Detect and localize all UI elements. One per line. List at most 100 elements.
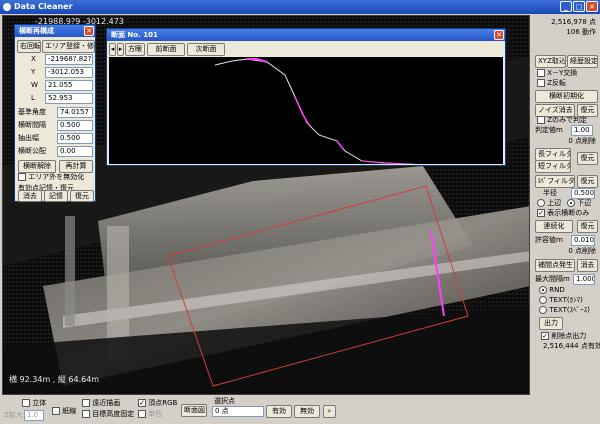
x-label: X xyxy=(31,55,36,63)
y-label: Y xyxy=(31,68,36,76)
delete-count-2: 0 点削除 xyxy=(568,247,596,255)
output-button[interactable]: 出力 xyxy=(539,317,563,330)
monochrome-label: 単色 xyxy=(148,410,163,418)
target-height-label: 目標高度固定 xyxy=(92,410,135,418)
scroll-right-button[interactable]: ▸ xyxy=(117,43,124,56)
monochrome-checkbox[interactable]: 単色 xyxy=(138,409,162,420)
upper-edge-label: 上辺 xyxy=(547,199,562,207)
close-button[interactable]: ✕ xyxy=(586,1,598,12)
close-icon[interactable]: ✕ xyxy=(494,30,504,40)
section-profile-dialog: 断面 No. 101 ✕ ◂ ▸ 方眼 前断面 次断面 xyxy=(106,28,506,166)
lasso-select-button[interactable]: ⌕ xyxy=(323,405,336,418)
checkbox-box: ✓ xyxy=(138,399,146,407)
section-view-button[interactable]: 断面図 xyxy=(181,404,207,417)
vertex-rgb-checkbox[interactable]: ✓ 頂点RGB xyxy=(138,398,177,409)
text-comma-label: TEXT(ｶﾝﾏ) xyxy=(549,296,583,304)
cross-interval-field[interactable]: 0.500 xyxy=(57,120,93,131)
close-icon[interactable]: ✕ xyxy=(84,26,94,36)
selected-count-field: 0 点 xyxy=(212,406,264,417)
target-height-checkbox[interactable]: 目標高度固定 xyxy=(82,409,134,420)
max-interval-label: 最大間隔m xyxy=(535,275,570,283)
window-title: Data Cleaner xyxy=(14,2,73,11)
x-field[interactable]: -21968?.82? xyxy=(45,54,93,65)
cross-init-button[interactable]: 横断初期化 xyxy=(535,90,598,103)
extract-width-field[interactable]: 0.500 xyxy=(57,133,93,144)
app-icon xyxy=(3,3,11,11)
checkbox-box: ✓ xyxy=(537,209,545,217)
xyz-import-button[interactable]: XYZ取込 xyxy=(535,55,566,68)
scroll-left-button[interactable]: ◂ xyxy=(109,43,116,56)
delete-output-label: 削除点出力 xyxy=(551,332,587,340)
3d-checkbox[interactable]: 立体 xyxy=(22,398,46,409)
l-field[interactable]: 52.953 xyxy=(45,93,93,104)
show-cross-only-checkbox[interactable]: ✓ 表示横断のみ xyxy=(537,208,589,219)
checkbox-box xyxy=(82,399,90,407)
i-filter-button[interactable]: Iﾊﾟフィルタ xyxy=(535,175,575,188)
checkbox-box xyxy=(537,69,545,77)
text-space-radio[interactable]: TEXT(ｽﾍﾟｰｽ) xyxy=(539,305,590,316)
cross-offset-field[interactable]: 0.00 xyxy=(57,146,93,157)
judge-value-label: 判定値m xyxy=(535,126,563,134)
previous-section-button[interactable]: 前断面 xyxy=(147,43,185,56)
right-tool-panel: 2,516,978 点 106 動作 XYZ取込 経歴設定 X－Y交換 Z反転 … xyxy=(531,15,600,395)
checkbox-box xyxy=(52,407,60,415)
rotate-right-button[interactable]: 右回転 xyxy=(17,40,41,53)
settings-button[interactable]: 経歴設定 xyxy=(567,55,598,68)
rnd-label: RND xyxy=(549,286,565,294)
clear-button[interactable]: 消去 xyxy=(18,190,42,202)
checkbox-box xyxy=(18,173,26,181)
checkbox-box xyxy=(138,410,146,418)
radio-dot xyxy=(539,306,547,314)
short-filter-button[interactable]: 短フィルタ xyxy=(535,160,571,173)
contour-checkbox[interactable]: 紙線 xyxy=(52,406,76,417)
far-draw-checkbox[interactable]: 遠近描画 xyxy=(82,398,120,409)
restore-button[interactable]: 復元 xyxy=(70,190,94,202)
z-flip-checkbox[interactable]: Z反転 xyxy=(537,78,566,89)
section-profile-plot[interactable] xyxy=(109,57,503,166)
section-dialog-title: 断面 No. 101 xyxy=(111,31,158,39)
area-register-button[interactable]: エリア登録・修正 xyxy=(42,40,95,53)
lasso-icon: ⌕ xyxy=(327,407,332,415)
outside-area-label: エリア外を無効化 xyxy=(28,173,85,181)
interpolate-erase-button[interactable]: 消去 xyxy=(577,259,598,272)
continuous-restore-button[interactable]: 復元 xyxy=(577,220,598,233)
z-flip-label: Z反転 xyxy=(547,79,567,87)
y-field[interactable]: -3012.053 xyxy=(45,67,93,78)
w-field[interactable]: 21.055 xyxy=(45,80,93,91)
delete-count-1: 0 点削除 xyxy=(568,137,596,145)
l-label: L xyxy=(31,94,35,102)
minimize-button[interactable]: _ xyxy=(560,1,572,12)
zoom-label: Z拡大 xyxy=(4,411,23,419)
cross-section-reconstruct-dialog: 横断再構成 ✕ 右回転 エリア登録・修正 X -21968?.82? Y -30… xyxy=(14,24,96,202)
vertex-rgb-label: 頂点RGB xyxy=(148,399,178,407)
continuous-button[interactable]: 連続化 xyxy=(535,220,573,233)
base-angle-label: 基準角度 xyxy=(18,108,46,116)
judge-value-field[interactable]: 1.00 xyxy=(571,125,593,136)
xy-swap-label: X－Y交換 xyxy=(547,69,578,77)
3d-label: 立体 xyxy=(32,399,47,407)
set-invalid-button[interactable]: 無効 xyxy=(294,405,320,418)
set-valid-button[interactable]: 有効 xyxy=(266,405,292,418)
checkbox-box: ✓ xyxy=(541,332,549,340)
z-only-label: Zのみで判定 xyxy=(547,116,588,124)
base-angle-field[interactable]: 74.0157 xyxy=(57,107,93,118)
zoom-field[interactable]: 1.0 xyxy=(24,410,44,421)
maximize-button[interactable]: □ xyxy=(573,1,585,12)
bottom-toolbar: 立体 Z拡大 1.0 紙線 遠近描画 目標高度固定 ✓ 頂点RGB 単色 断面図… xyxy=(0,396,600,424)
outside-area-invalidate-checkbox[interactable]: エリア外を無効化 xyxy=(18,172,84,183)
i-filter-restore-button[interactable]: 復元 xyxy=(577,175,598,188)
interpolate-points-button[interactable]: 補間点発生 xyxy=(535,259,575,272)
grid-button[interactable]: 方眼 xyxy=(125,43,145,56)
cross-interval-label: 横断間隔 xyxy=(18,121,46,129)
far-draw-label: 遠近描画 xyxy=(92,399,121,407)
dialog-title-bar: 横断再構成 ✕ xyxy=(15,25,95,37)
next-section-button[interactable]: 次断面 xyxy=(187,43,225,56)
valid-point-count: 2,516,444 点有効 xyxy=(543,342,600,350)
max-interval-field[interactable]: 1.000 xyxy=(573,274,595,285)
tolerance-field[interactable]: 0.010 xyxy=(571,235,595,246)
memorize-button[interactable]: 記憶 xyxy=(44,190,68,202)
checkbox-box xyxy=(22,399,30,407)
extract-width-label: 抽出幅 xyxy=(18,134,39,142)
lower-edge-label: 下辺 xyxy=(577,199,592,207)
filter-restore-button[interactable]: 復元 xyxy=(577,152,598,165)
